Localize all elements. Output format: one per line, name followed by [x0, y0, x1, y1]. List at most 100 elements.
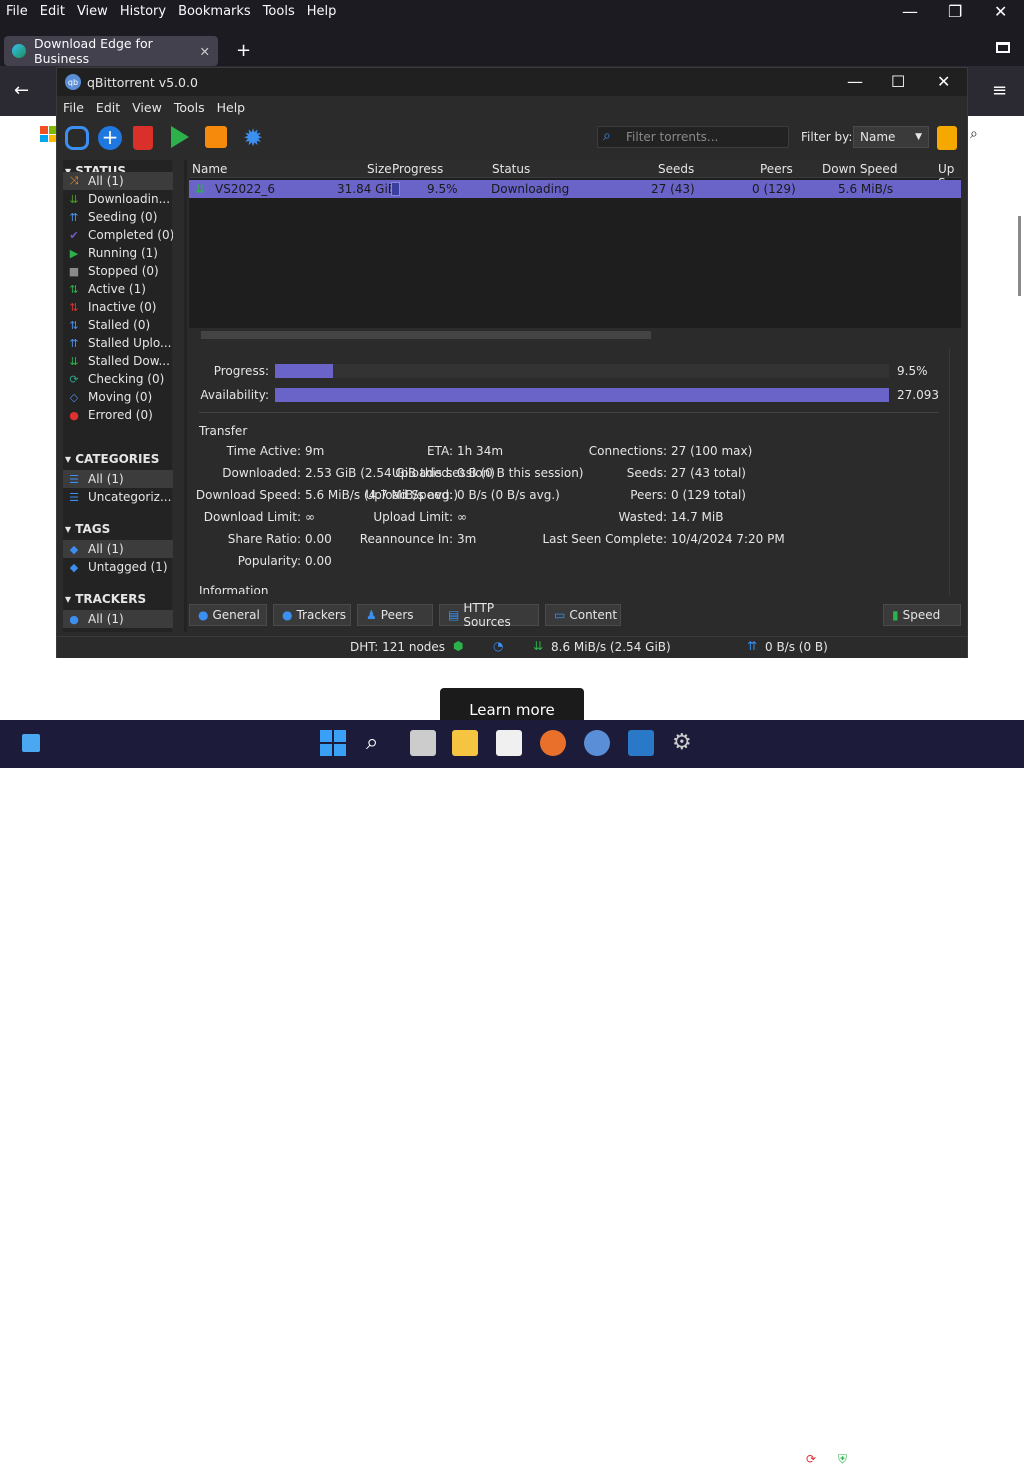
sidebar-item-status-8[interactable]: ⇅ Stalled (0)	[63, 316, 173, 334]
sidebar-item-status-3[interactable]: ✔ Completed (0)	[63, 226, 173, 244]
filter-by-value: Name	[860, 130, 896, 144]
qb-menu-view[interactable]: View	[126, 100, 168, 115]
tab-content[interactable]: ▭ Content	[545, 604, 621, 626]
tab-http-sources[interactable]: ▤ HTTP Sources	[439, 601, 539, 629]
tab-trackers[interactable]: ● Trackers	[273, 604, 351, 626]
add-torrent-icon[interactable]: +	[98, 126, 122, 150]
filter-input[interactable]: Filter torrents...	[597, 126, 789, 148]
ff-restore-icon[interactable]: ❐	[948, 2, 962, 21]
page-scrollbar[interactable]	[1018, 216, 1021, 296]
col-name[interactable]: Name	[192, 162, 227, 176]
qbittorrent-taskbar-icon[interactable]	[584, 730, 610, 756]
back-arrow-icon[interactable]: ←	[14, 80, 29, 101]
sidebar-item-status-1[interactable]: ⇊ Downloadin...	[63, 190, 173, 208]
connection-ok-icon[interactable]: ⬢	[453, 639, 463, 653]
new-tab-icon[interactable]: +	[236, 40, 251, 61]
options-gear-icon[interactable]: ✹	[243, 126, 267, 150]
filter-by-select[interactable]: Name ▼	[853, 126, 929, 148]
qb-menu-tools[interactable]: Tools	[168, 100, 211, 115]
col-size[interactable]: Size	[367, 162, 392, 176]
hamburger-menu-icon[interactable]: ≡	[992, 80, 1007, 101]
volume-muted-icon[interactable]: ⊘	[894, 1452, 904, 1466]
tab-peers[interactable]: ♟ Peers	[357, 604, 433, 626]
table-row[interactable]: ⇊ VS2022_6 31.84 GiB 9.5% Downloading 27…	[189, 180, 961, 198]
ff-menu-view[interactable]: View	[71, 4, 114, 19]
task-view-icon[interactable]	[410, 730, 436, 756]
store-icon[interactable]	[496, 730, 522, 756]
clock-date: 10/4/2024	[926, 1462, 988, 1476]
qb-title: qBittorrent v5.0.0	[87, 74, 198, 90]
sidebar-item-status-10[interactable]: ⇊ Stalled Dow...	[63, 352, 173, 370]
sidebar-item-label: Stalled Dow...	[88, 354, 170, 368]
page-search-icon[interactable]: ⌕	[970, 126, 978, 142]
lock-icon[interactable]	[937, 126, 957, 150]
sidebar-item-status-11[interactable]: ⟳ Checking (0)	[63, 370, 173, 388]
col-down-speed[interactable]: Down Speed	[822, 162, 897, 176]
progress-bar-track	[275, 364, 889, 378]
qb-menu-file[interactable]: File	[57, 100, 90, 115]
tab-general[interactable]: ● General	[189, 604, 267, 626]
qb-menu-edit[interactable]: Edit	[90, 100, 126, 115]
details-scrollbar[interactable]	[949, 348, 961, 596]
sidebar-item-label: Running (1)	[88, 246, 158, 260]
col-peers[interactable]: Peers	[760, 162, 793, 176]
sidebar-item-status-13[interactable]: ● Errored (0)	[63, 406, 173, 424]
start-icon[interactable]	[171, 126, 189, 148]
download-icon: ⇊	[69, 354, 79, 368]
qb-menu-help[interactable]: Help	[211, 100, 252, 115]
chevron-down-icon: ▼	[915, 132, 922, 142]
sidebar-heading-tags[interactable]: ▾ TAGS	[65, 522, 110, 536]
sidebar-item-trackers-0[interactable]: ● All (1)	[63, 610, 173, 628]
tray-chevron-icon[interactable]: ︿	[774, 1454, 786, 1471]
ff-menu-edit[interactable]: Edit	[34, 4, 71, 19]
ff-close-icon[interactable]: ✕	[994, 2, 1007, 21]
defender-icon[interactable]: ⛨	[838, 1452, 847, 1467]
list-icon: ☰	[69, 472, 79, 486]
firefox-icon[interactable]	[540, 730, 566, 756]
tab-close-icon[interactable]: ✕	[200, 44, 210, 59]
clock[interactable]: 7:21 PM 10/4/2024	[926, 1448, 988, 1476]
widgets-icon[interactable]	[22, 734, 40, 752]
settings-gear-icon[interactable]: ⚙	[672, 730, 698, 756]
photos-icon[interactable]	[628, 730, 654, 756]
col-progress[interactable]: Progress	[392, 162, 443, 176]
file-explorer-icon[interactable]	[452, 730, 478, 756]
add-link-icon[interactable]	[65, 126, 89, 150]
speed-limit-icon[interactable]: ◔	[493, 639, 503, 653]
sync-icon[interactable]: ⟳	[806, 1452, 816, 1466]
sidebar-item-label: Seeding (0)	[88, 210, 158, 224]
qb-close-icon[interactable]: ✕	[937, 72, 950, 91]
sidebar-item-status-7[interactable]: ⇅ Inactive (0)	[63, 298, 173, 316]
col-seeds[interactable]: Seeds	[658, 162, 694, 176]
col-status[interactable]: Status	[492, 162, 530, 176]
sidebar-item-status-12[interactable]: ◇ Moving (0)	[63, 388, 173, 406]
sidebar-heading-trackers[interactable]: ▾ TRACKERS	[65, 592, 146, 606]
qb-maximize-icon[interactable]: ☐	[891, 72, 905, 91]
qb-titlebar[interactable]: qb qBittorrent v5.0.0 — ☐ ✕	[57, 68, 967, 96]
sidebar-item-status-5[interactable]: ■ Stopped (0)	[63, 262, 173, 280]
ff-menu-bookmarks[interactable]: Bookmarks	[172, 4, 257, 19]
torrent-list-hscrollbar[interactable]	[189, 328, 961, 342]
sidebar-item-status-0[interactable]: ⤨ All (1)	[63, 172, 173, 190]
ff-menu-tools[interactable]: Tools	[257, 4, 301, 19]
tab-list-icon[interactable]	[996, 42, 1010, 53]
ff-menu-help[interactable]: Help	[301, 4, 343, 19]
clock-time: 7:21 PM	[930, 1448, 980, 1462]
ff-minimize-icon[interactable]: —	[902, 2, 918, 21]
firefox-tab[interactable]: Download Edge for Business ✕	[4, 36, 218, 66]
search-icon[interactable]: ⌕	[366, 730, 392, 756]
start-button-icon[interactable]	[320, 730, 346, 756]
tab-speed[interactable]: ▮ Speed	[883, 604, 961, 626]
network-icon[interactable]: ▭	[870, 1452, 881, 1466]
qb-minimize-icon[interactable]: —	[847, 72, 863, 91]
stop-icon[interactable]	[205, 126, 227, 148]
delete-icon[interactable]	[133, 126, 153, 150]
sidebar-item-status-9[interactable]: ⇈ Stalled Uplo...	[63, 334, 173, 352]
notification-bell-icon[interactable]: 🔔︎	[988, 1454, 1003, 1468]
ff-menu-file[interactable]: File	[0, 4, 34, 19]
sidebar-item-status-6[interactable]: ⇅ Active (1)	[63, 280, 173, 298]
ff-menu-history[interactable]: History	[114, 4, 172, 19]
updown-icon: ⇅	[69, 282, 79, 296]
sidebar-item-status-2[interactable]: ⇈ Seeding (0)	[63, 208, 173, 226]
sidebar-item-status-4[interactable]: ▶ Running (1)	[63, 244, 173, 262]
